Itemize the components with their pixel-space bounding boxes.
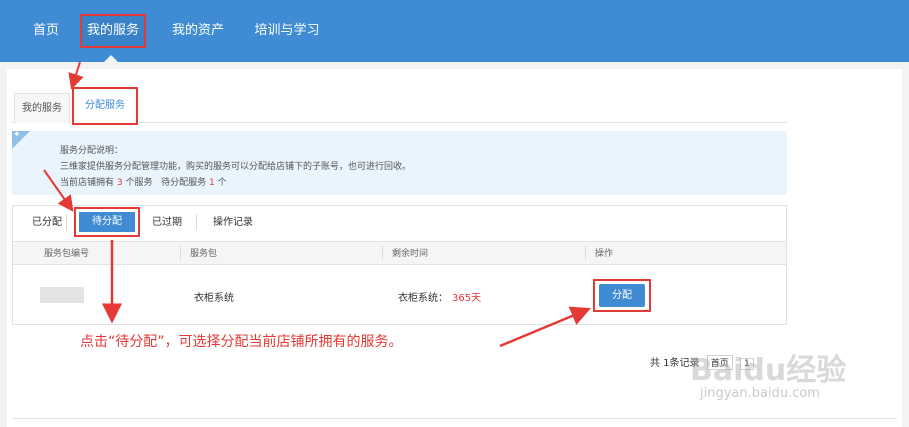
col-divider xyxy=(585,246,586,260)
col-package-id: 服务包编号 xyxy=(44,249,90,259)
package-id-redacted xyxy=(40,287,84,303)
nav-training[interactable]: 培训与学习 xyxy=(251,14,323,48)
subtab-pending-label: 待分配 xyxy=(79,212,135,232)
tab-assign-services[interactable]: 分配服务 xyxy=(72,87,138,125)
col-remaining: 剩余时间 xyxy=(392,249,429,259)
assign-highlight: 分配 xyxy=(593,279,651,312)
remaining-label: 衣柜系统： xyxy=(398,293,448,304)
assign-button[interactable]: 分配 xyxy=(599,284,645,307)
nav-home[interactable]: 首页 xyxy=(28,14,64,48)
pending-count: 1 xyxy=(209,178,215,188)
info-count-suffix: 个 xyxy=(217,178,227,188)
info-count-prefix: 当前店铺拥有 xyxy=(60,178,115,188)
subtab-assigned[interactable]: 已分配 xyxy=(32,213,62,233)
col-action: 操作 xyxy=(595,249,614,259)
col-package: 服务包 xyxy=(190,249,218,259)
info-count-line: 当前店铺拥有 3 个服务 待分配服务 1 个 xyxy=(60,175,227,188)
info-count-mid: 个服务 xyxy=(125,178,153,188)
info-description: 三维家提供服务分配管理功能，购买的服务可以分配给店铺下的子账号，也可进行回收。 xyxy=(60,162,412,172)
package-name: 衣柜系统 xyxy=(194,293,234,304)
remaining-time: 衣柜系统： 365天 xyxy=(398,289,481,304)
owned-count: 3 xyxy=(116,178,123,188)
lightbulb-icon: ✦ xyxy=(13,130,21,140)
subtab-divider xyxy=(66,214,67,230)
nav-my-assets[interactable]: 我的资产 xyxy=(168,14,228,48)
subtab-pending[interactable]: 待分配 xyxy=(74,207,140,237)
col-divider xyxy=(180,246,181,260)
nav-caret-icon xyxy=(104,55,118,62)
top-nav-bar: 首页 我的服务 我的资产 培训与学习 xyxy=(0,0,909,62)
pending-label: 待分配服务 xyxy=(161,178,207,188)
info-title: 服务分配说明： xyxy=(60,146,124,156)
bottom-divider xyxy=(12,418,897,419)
subtab-operation-log[interactable]: 操作记录 xyxy=(213,213,253,233)
subtab-divider xyxy=(196,214,197,230)
tab-my-services[interactable]: 我的服务 xyxy=(14,93,70,123)
watermark-logo: Baidu经验 xyxy=(690,353,847,388)
remaining-value: 365天 xyxy=(452,293,482,304)
nav-my-services[interactable]: 我的服务 xyxy=(80,14,147,48)
col-divider xyxy=(382,246,383,260)
watermark-url: jingyan.baidu.com xyxy=(700,386,820,401)
annotation-text: 点击“待分配”，可选择分配当前店铺所拥有的服务。 xyxy=(80,334,403,350)
subtab-expired[interactable]: 已过期 xyxy=(152,213,182,233)
